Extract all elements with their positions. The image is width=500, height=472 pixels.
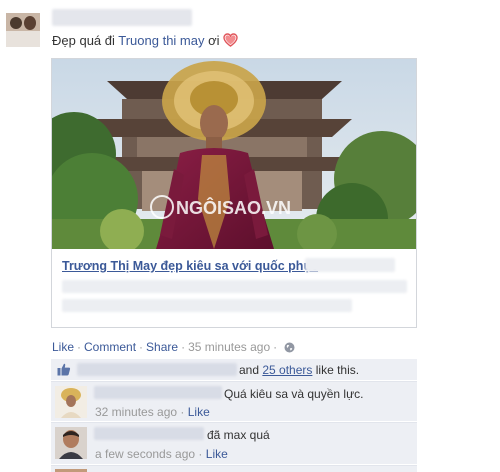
commenter-name-redacted[interactable]	[94, 427, 204, 440]
comment-meta: 32 minutes ago · Like	[95, 405, 210, 419]
poster-avatar[interactable]	[6, 13, 40, 47]
comment-item: Quá kiêu sa và quyền lực. 32 minutes ago…	[51, 381, 417, 421]
avatar-figure-2	[24, 16, 36, 30]
likes-text: and 25 others like this.	[239, 363, 360, 377]
title-redacted	[305, 258, 395, 272]
description-redacted-1	[62, 280, 407, 293]
status-prefix: Đẹp quá đi	[52, 33, 119, 48]
commenter-name-redacted[interactable]	[94, 386, 222, 399]
avatar-figure-1	[10, 17, 22, 29]
description-redacted-2	[62, 299, 352, 312]
others-link[interactable]: 25 others	[262, 363, 312, 377]
separator-dot: ·	[77, 340, 82, 354]
comment-text: Quá kiêu sa và quyền lực.	[224, 387, 364, 401]
comment-like-link[interactable]: Like	[206, 447, 228, 461]
commenter-avatar[interactable]	[55, 386, 87, 418]
comment-text: đã max quá	[207, 428, 270, 442]
shared-link-image[interactable]: NGÔISAO.VN	[52, 59, 416, 249]
comment-item: đã max quá a few seconds ago · Like	[51, 422, 417, 464]
commenter-avatar[interactable]	[55, 427, 87, 459]
status-suffix: ơi	[204, 33, 224, 48]
globe-icon[interactable]	[284, 342, 295, 353]
status-text: Đẹp quá đi Truong thi may ơi	[52, 33, 238, 48]
separator-dot: ·	[139, 340, 144, 354]
likes-summary: and 25 others like this.	[51, 359, 417, 380]
comment-like-link[interactable]: Like	[188, 405, 210, 419]
image-watermark: NGÔISAO.VN	[176, 197, 291, 218]
poster-name-redacted[interactable]	[52, 9, 192, 26]
tagged-person-link[interactable]: Truong thi may	[118, 33, 204, 48]
heart-icon	[223, 33, 238, 47]
thumbs-up-icon	[57, 363, 71, 376]
comment-timestamp[interactable]: 32 minutes ago	[95, 405, 177, 419]
share-link[interactable]: Share	[146, 340, 178, 354]
comment-meta: a few seconds ago · Like	[95, 447, 228, 461]
comment-link[interactable]: Comment	[84, 340, 136, 354]
separator-dot: ·	[181, 340, 186, 354]
avatar-background	[6, 31, 40, 47]
comment-item-partial	[51, 465, 417, 472]
shared-link-title[interactable]: Trương Thị May đẹp kiêu sa với quốc phục	[62, 259, 318, 273]
like-link[interactable]: Like	[52, 340, 74, 354]
comment-timestamp[interactable]: a few seconds ago	[95, 447, 195, 461]
ao-dai-photo: NGÔISAO.VN	[52, 59, 416, 249]
separator-dot: ·	[273, 340, 278, 354]
post-action-bar: Like · Comment · Share · 35 minutes ago ·	[52, 340, 295, 354]
shared-link-card[interactable]: NGÔISAO.VN Trương Thị May đẹp kiêu sa vớ…	[51, 58, 417, 328]
likers-redacted[interactable]	[77, 363, 237, 376]
post-timestamp[interactable]: 35 minutes ago	[188, 340, 270, 354]
